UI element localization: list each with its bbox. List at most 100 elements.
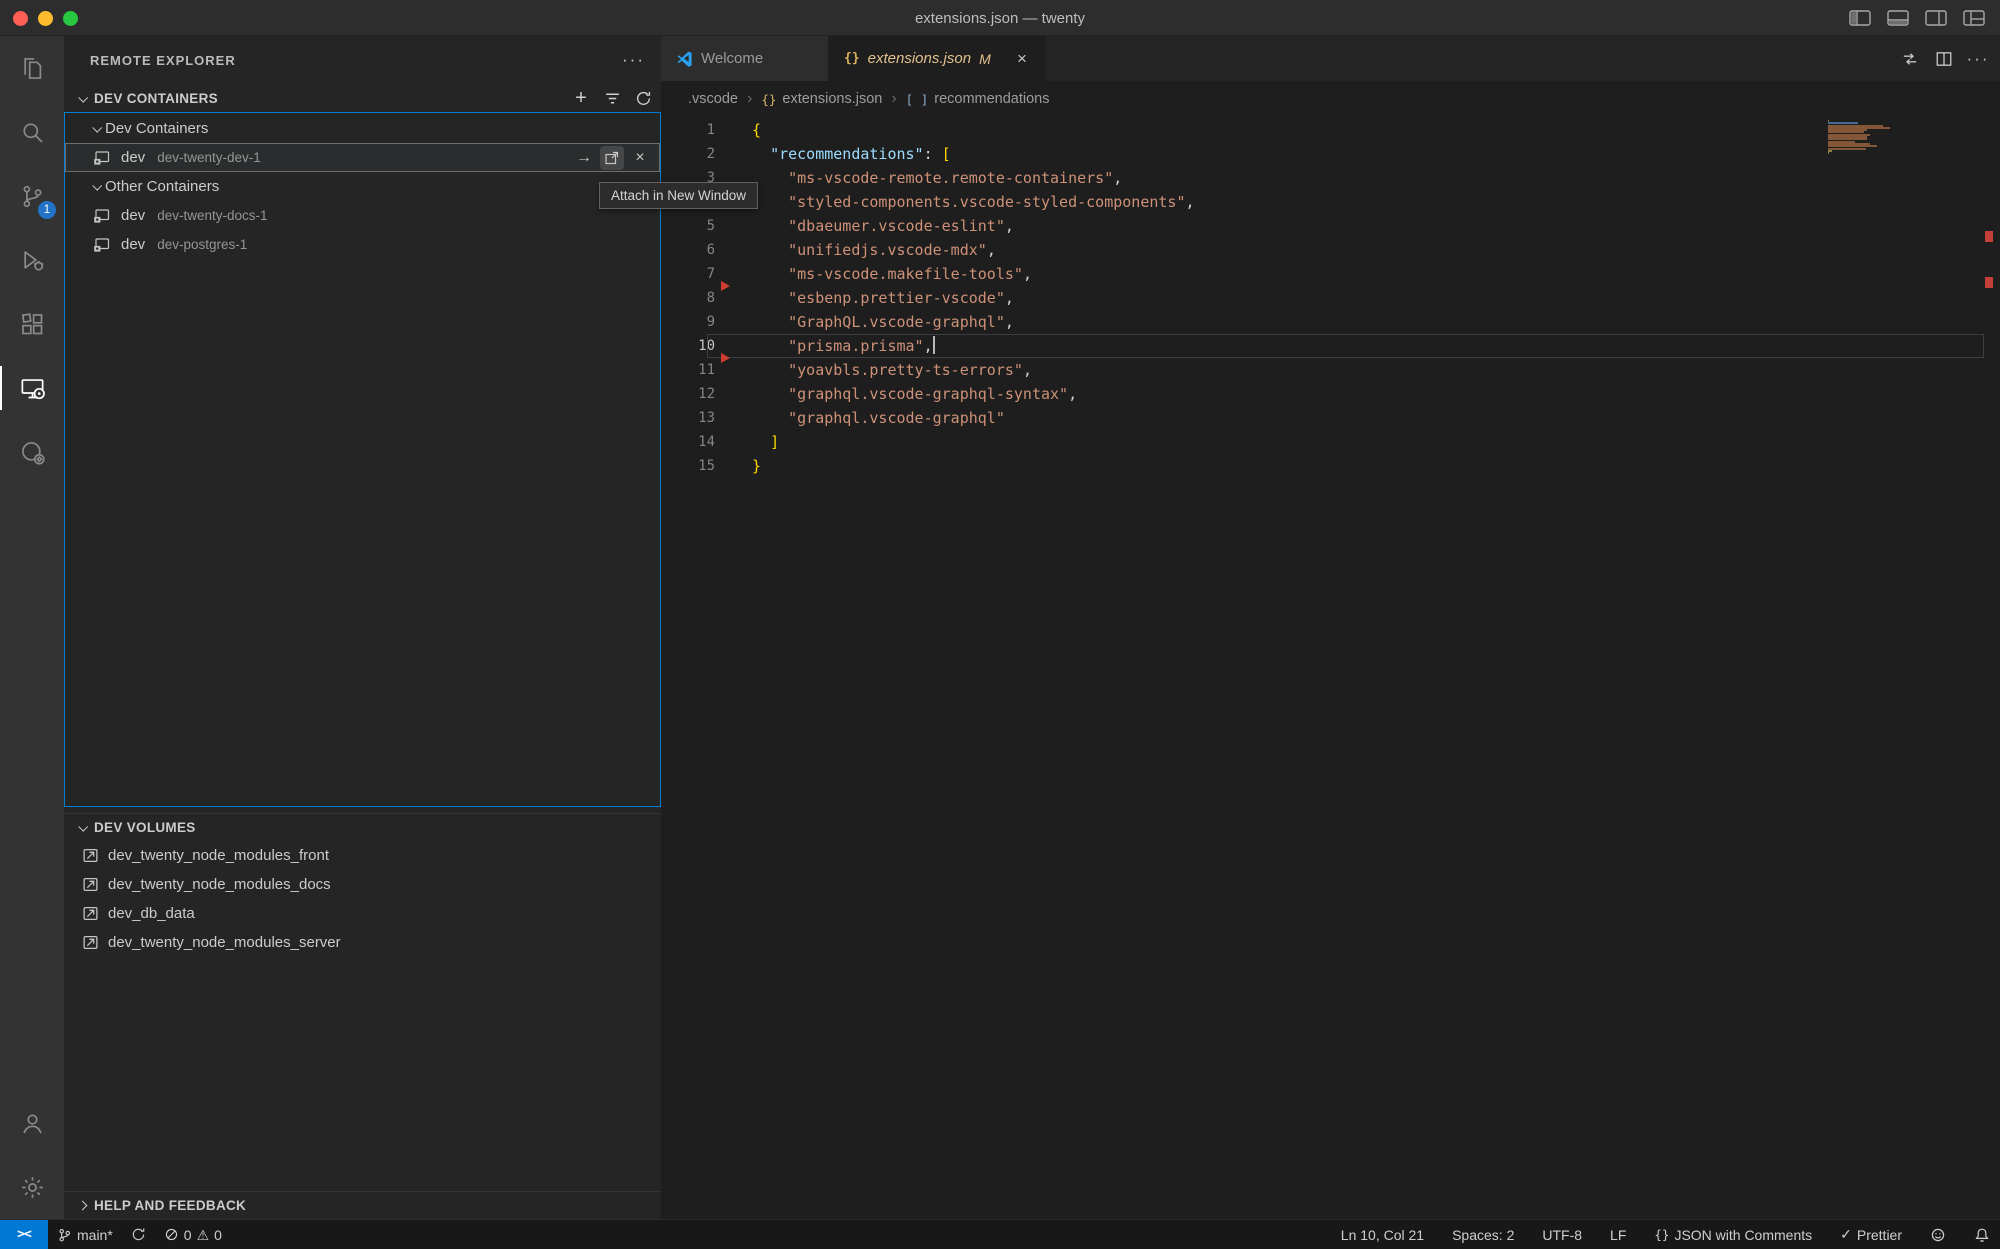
line-number: 15	[661, 454, 715, 478]
accounts-icon[interactable]	[0, 1091, 64, 1155]
code-line[interactable]: 8 "esbenp.prettier-vscode",	[661, 286, 2000, 310]
sync-changes-item[interactable]	[122, 1220, 155, 1249]
code-line[interactable]: 7 "ms-vscode.makefile-tools",	[661, 262, 2000, 286]
extensions-icon[interactable]	[0, 292, 64, 356]
encoding-item[interactable]: UTF-8	[1542, 1220, 1582, 1249]
line-number: 13	[661, 406, 715, 430]
tab-welcome[interactable]: Welcome	[661, 36, 829, 81]
line-number: 11	[661, 358, 715, 382]
code-line[interactable]: 4 "styled-components.vscode-styled-compo…	[661, 190, 2000, 214]
volume-item[interactable]: dev_twenty_node_modules_docs	[64, 870, 661, 899]
refresh-icon[interactable]	[631, 86, 655, 110]
volume-label: dev_twenty_node_modules_front	[108, 847, 329, 864]
filter-icon[interactable]	[600, 86, 624, 110]
tree-item-dev-twenty-dev-1[interactable]: dev dev-twenty-dev-1 → ×	[65, 143, 660, 172]
line-number: 12	[661, 382, 715, 406]
code-line[interactable]: 3 "ms-vscode-remote.remote-containers",	[661, 166, 2000, 190]
feedback-icon[interactable]	[1930, 1220, 1946, 1249]
code-line[interactable]: 15}	[661, 454, 2000, 478]
json-icon: {}	[844, 51, 860, 66]
source-control-badge: 1	[38, 201, 56, 219]
line-number: 14	[661, 430, 715, 454]
volume-item[interactable]: dev_twenty_node_modules_server	[64, 928, 661, 957]
title-bar: extensions.json — twenty	[0, 0, 2000, 36]
section-header-help-and-feedback[interactable]: HELP AND FEEDBACK	[64, 1191, 661, 1219]
problems-item[interactable]: 0 ⚠ 0	[155, 1220, 231, 1249]
branch-name: main*	[77, 1227, 113, 1243]
more-actions-icon[interactable]: ···	[622, 36, 645, 84]
code-line[interactable]: 12 "graphql.vscode-graphql-syntax",	[661, 382, 2000, 406]
formatter-item[interactable]: ✓ Prettier	[1840, 1220, 1902, 1249]
code-line[interactable]: 9 "GraphQL.vscode-graphql",	[661, 310, 2000, 334]
toggle-secondary-sidebar-icon[interactable]	[1924, 6, 1948, 30]
volume-item[interactable]: dev_twenty_node_modules_front	[64, 841, 661, 870]
chevron-down-icon	[89, 125, 103, 132]
attach-in-new-window-icon[interactable]	[600, 146, 624, 170]
source-control-icon[interactable]: 1	[0, 164, 64, 228]
open-changes-icon[interactable]	[1896, 45, 1924, 73]
breadcrumb-folder[interactable]: .vscode	[688, 91, 738, 107]
settings-gear-icon[interactable]	[0, 1155, 64, 1219]
attach-to-container-icon[interactable]: →	[572, 146, 596, 170]
more-actions-icon[interactable]: ···	[1964, 45, 1992, 73]
overview-ruler-mark[interactable]	[1985, 277, 1993, 288]
tab-extensions-json[interactable]: {} extensions.json M ×	[829, 36, 1046, 81]
sidebar-header: REMOTE EXPLORER ···	[64, 36, 661, 84]
tree-item-dev-postgres-1[interactable]: dev dev-postgres-1	[65, 230, 660, 259]
tree-group-dev-containers[interactable]: Dev Containers	[65, 114, 660, 143]
section-header-dev-volumes[interactable]: DEV VOLUMES	[64, 813, 661, 841]
breadcrumb-symbol[interactable]: recommendations	[934, 91, 1049, 107]
notifications-bell-icon[interactable]	[1974, 1220, 1990, 1249]
code-editor[interactable]: 1{2 "recommendations": [3 "ms-vscode-rem…	[661, 117, 2000, 1219]
chevron-down-icon	[74, 95, 90, 102]
container-name: dev	[121, 236, 145, 253]
toggle-primary-sidebar-icon[interactable]	[1848, 6, 1872, 30]
cursor-position-item[interactable]: Ln 10, Col 21	[1341, 1220, 1424, 1249]
customize-layout-icon[interactable]	[1962, 6, 1986, 30]
section-header-dev-containers[interactable]: DEV CONTAINERS +	[64, 84, 661, 112]
status-bar: >< main* 0 ⚠ 0 Ln 10, C	[0, 1219, 2000, 1249]
code-line[interactable]: 11 "yoavbls.pretty-ts-errors",	[661, 358, 2000, 382]
volume-label: dev_db_data	[108, 905, 195, 922]
overview-ruler-mark[interactable]	[1985, 231, 1993, 242]
code-line[interactable]: 10 "prisma.prisma",	[661, 334, 2000, 358]
git-deleted-marker[interactable]	[721, 353, 730, 363]
run-debug-icon[interactable]	[0, 228, 64, 292]
dev-containers-tree: Dev Containers dev dev-twenty-dev-1 → ×	[64, 112, 661, 807]
indentation-item[interactable]: Spaces: 2	[1452, 1220, 1514, 1249]
containers-icon[interactable]	[0, 420, 64, 484]
minimap[interactable]	[1828, 117, 1898, 154]
search-icon[interactable]	[0, 100, 64, 164]
container-name: dev	[121, 149, 145, 166]
line-number: 8	[661, 286, 715, 310]
volume-item[interactable]: dev_db_data	[64, 899, 661, 928]
code-line[interactable]: 6 "unifiedjs.vscode-mdx",	[661, 238, 2000, 262]
code-line[interactable]: 13 "graphql.vscode-graphql"	[661, 406, 2000, 430]
code-line[interactable]: 5 "dbaeumer.vscode-eslint",	[661, 214, 2000, 238]
git-deleted-marker[interactable]	[721, 281, 730, 291]
language-mode-item[interactable]: {} JSON with Comments	[1654, 1220, 1812, 1249]
sync-icon	[131, 1227, 146, 1242]
chevron-down-icon	[89, 183, 103, 190]
formatter-label: Prettier	[1857, 1227, 1902, 1243]
git-branch-item[interactable]: main*	[48, 1220, 122, 1249]
remote-indicator[interactable]: ><	[0, 1220, 48, 1249]
close-tab-icon[interactable]: ×	[1011, 48, 1033, 70]
new-dev-container-icon[interactable]: +	[569, 86, 593, 110]
code-line[interactable]: 2 "recommendations": [	[661, 142, 2000, 166]
split-editor-icon[interactable]	[1930, 45, 1958, 73]
code-line[interactable]: 14 ]	[661, 430, 2000, 454]
remote-explorer-icon[interactable]	[0, 356, 64, 420]
language-label: JSON with Comments	[1674, 1227, 1812, 1243]
tree-item-dev-twenty-docs-1[interactable]: dev dev-twenty-docs-1	[65, 201, 660, 230]
tree-group-other-containers[interactable]: Other Containers	[65, 172, 660, 201]
toggle-panel-icon[interactable]	[1886, 6, 1910, 30]
stop-container-icon[interactable]: ×	[628, 146, 652, 170]
explorer-icon[interactable]	[0, 36, 64, 100]
eol-item[interactable]: LF	[1610, 1220, 1626, 1249]
volume-icon	[82, 905, 100, 922]
breadcrumb-file[interactable]: extensions.json	[782, 91, 882, 107]
code-line[interactable]: 1{	[661, 118, 2000, 142]
chevron-right-icon	[74, 1202, 90, 1209]
container-name: dev	[121, 207, 145, 224]
